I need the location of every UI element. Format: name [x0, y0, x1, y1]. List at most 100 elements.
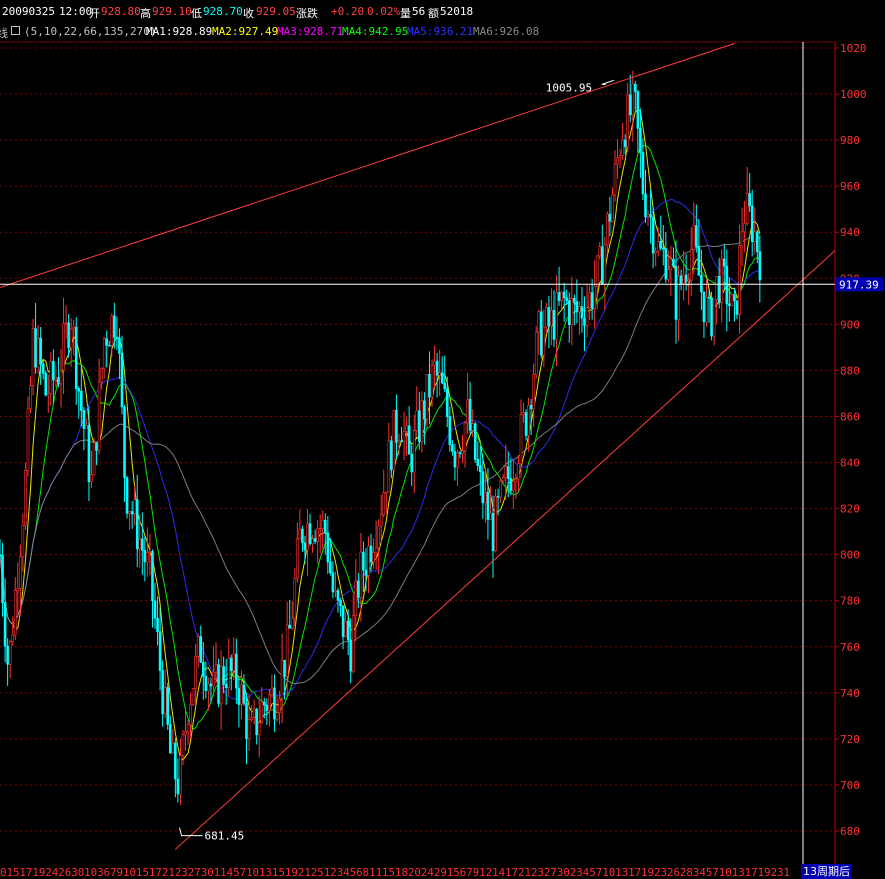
candle-body: [588, 292, 591, 309]
candle-body: [644, 193, 647, 218]
candle-body: [537, 311, 541, 333]
candle-body: [738, 245, 741, 315]
candle-body: [128, 511, 131, 514]
price-axis: 6807007207407607808008208408608809009209…: [835, 42, 867, 838]
candle-body: [626, 94, 630, 148]
candle-body: [29, 385, 32, 410]
candle-body: [143, 550, 147, 563]
candle-body: [189, 704, 192, 725]
candle-body: [168, 724, 172, 754]
candle-body: [237, 687, 241, 705]
candle-body: [468, 398, 472, 431]
candle-body: [270, 687, 274, 696]
candle-body: [158, 631, 162, 671]
candle-body: [499, 480, 502, 498]
candle-body: [451, 444, 454, 452]
candle-body: [661, 247, 665, 250]
y-tick-label: 980: [840, 134, 860, 147]
candle-body: [522, 412, 525, 416]
candle-body: [656, 241, 660, 252]
candle-body: [435, 360, 439, 376]
candle-body: [636, 91, 640, 129]
candle-body: [735, 300, 739, 315]
candle-body: [707, 296, 711, 299]
candle-body: [590, 292, 594, 309]
candle-body: [31, 328, 35, 386]
candle-body: [92, 442, 96, 476]
candle-body: [285, 624, 289, 677]
candle-body: [390, 440, 393, 471]
trendline: [175, 250, 836, 850]
candle-body: [456, 452, 459, 468]
candle-body: [702, 291, 706, 323]
candle-body: [717, 276, 721, 304]
candle-body: [174, 742, 177, 780]
candle-body: [245, 702, 248, 739]
candle-body: [1, 554, 4, 603]
candle-body: [491, 512, 495, 552]
candle-body: [151, 551, 154, 602]
candle-body: [260, 701, 264, 723]
candle-body: [557, 292, 561, 302]
candle-body: [517, 463, 520, 480]
candle-body: [57, 377, 60, 385]
candle-body: [489, 512, 492, 520]
candle-body: [418, 410, 421, 442]
candle-body: [664, 248, 668, 280]
candle-body: [720, 258, 724, 304]
candle-body: [209, 683, 213, 687]
candle-body: [280, 659, 284, 700]
candle-body: [745, 193, 749, 224]
candle-body: [639, 128, 642, 153]
candle-body: [634, 83, 637, 92]
candle-body: [69, 328, 73, 349]
cursor-price-label: 917.39: [839, 278, 879, 291]
candle-body: [608, 213, 612, 222]
candle-body: [181, 734, 185, 756]
candle-body: [194, 655, 197, 690]
candle-body: [466, 398, 469, 424]
candle-body: [107, 344, 111, 347]
candle-body: [36, 337, 40, 368]
candle-body: [578, 306, 581, 313]
candle-body: [504, 466, 508, 479]
candle-body: [80, 390, 83, 411]
candle-body: [82, 410, 86, 429]
candle-body: [573, 297, 576, 302]
candle-body: [255, 708, 258, 736]
candle-body: [700, 275, 703, 293]
candle-body: [95, 442, 98, 451]
candle-body: [593, 286, 596, 309]
candle-body: [217, 664, 220, 704]
candle-body: [613, 163, 617, 196]
candle-body: [481, 471, 485, 504]
candle-body: [443, 382, 447, 390]
y-tick-label: 820: [840, 503, 860, 516]
candle-body: [303, 542, 307, 551]
y-tick-label: 680: [840, 825, 860, 838]
candle-body: [377, 525, 380, 549]
candle-body: [135, 499, 139, 550]
date-axis: 0151719242630103679101517212327301145710…: [0, 864, 851, 879]
y-tick-label: 940: [840, 226, 860, 239]
candle-body: [341, 605, 345, 637]
candle-body: [748, 193, 751, 207]
candle-body: [229, 657, 233, 672]
candle-body: [138, 538, 142, 550]
candle-body: [379, 514, 383, 527]
candle-body: [692, 225, 696, 251]
candle-body: [415, 410, 419, 432]
candle-body: [679, 275, 683, 285]
candle-body: [308, 523, 312, 545]
candle-body: [252, 708, 256, 718]
candle-body: [631, 83, 635, 116]
candle-body: [359, 551, 363, 598]
candlestick-chart[interactable]: 6807007207407607808008208408608809009209…: [0, 0, 885, 879]
candle-body: [575, 301, 579, 313]
period-label: 13周期后: [803, 865, 850, 878]
y-tick-label: 760: [840, 641, 860, 654]
candle-body: [461, 450, 464, 455]
candle-body: [148, 551, 152, 553]
candle-body: [265, 704, 269, 711]
candle-body: [728, 303, 731, 306]
